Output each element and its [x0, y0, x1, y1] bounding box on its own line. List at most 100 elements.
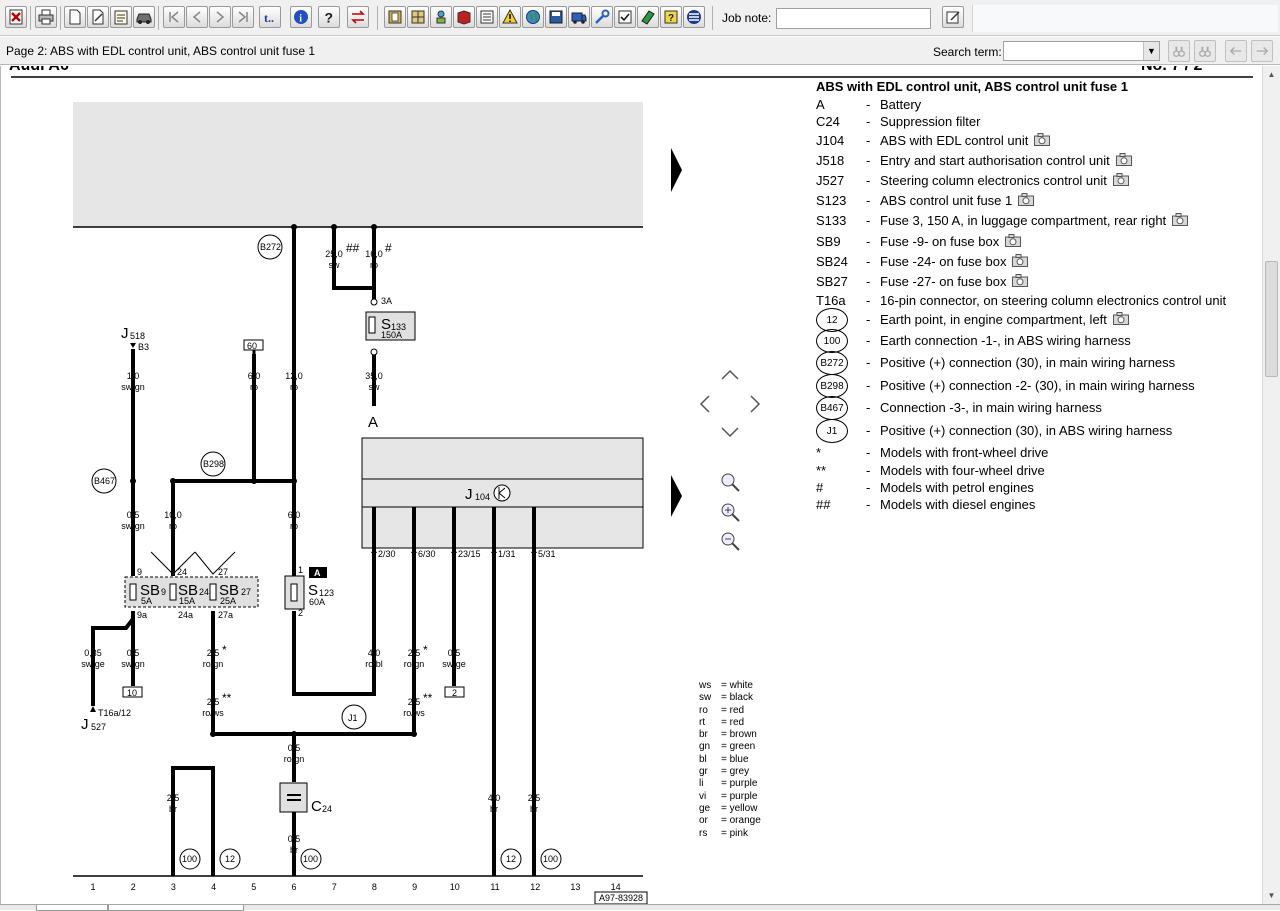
- jump-forward-icon[interactable]: [1251, 40, 1273, 62]
- globe-icon[interactable]: [522, 6, 544, 28]
- wire-colour: ro/ws: [403, 708, 425, 718]
- camera-icon[interactable]: [1018, 193, 1035, 206]
- pin-9: 9: [137, 567, 142, 577]
- connector-box-60: 60: [247, 341, 257, 351]
- van-icon[interactable]: [568, 6, 590, 28]
- zoom-out-icon[interactable]: [721, 532, 740, 551]
- print-icon[interactable]: [35, 6, 57, 28]
- colour-code-equals: =: [721, 827, 730, 839]
- legend-item-text: Connection -3-, in main wiring harness: [880, 400, 1102, 415]
- tree-icon[interactable]: [430, 6, 452, 28]
- job-note-edit-icon[interactable]: [942, 6, 964, 28]
- zoom-out-area-icon[interactable]: [721, 473, 740, 492]
- variant-marker: **: [423, 691, 433, 705]
- camera-icon[interactable]: [1115, 153, 1132, 166]
- svg-text:i: i: [299, 14, 302, 25]
- legend-item-code: J1: [816, 419, 848, 443]
- pan-right-icon[interactable]: [750, 395, 761, 413]
- camera-icon[interactable]: [1012, 274, 1029, 287]
- search-next-icon[interactable]: [1194, 40, 1216, 62]
- last-page-icon[interactable]: [232, 6, 254, 28]
- save-icon[interactable]: [545, 6, 567, 28]
- colour-name: white: [729, 680, 753, 691]
- colour-name: black: [729, 692, 753, 704]
- legend-item-description: Fuse -27- on fuse box: [880, 274, 1029, 289]
- legend-item-code: SB27: [816, 274, 848, 289]
- legend-item-text: Models with front-wheel drive: [880, 445, 1049, 460]
- wire-size: 6,0: [248, 371, 261, 381]
- legend-item-code: #: [816, 480, 824, 495]
- track-number: 4: [211, 882, 216, 892]
- pan-down-icon[interactable]: [721, 427, 739, 438]
- text-search-icon[interactable]: t..: [259, 6, 281, 28]
- new-document-icon[interactable]: [64, 6, 86, 28]
- search-binoculars-icon[interactable]: [1168, 40, 1190, 62]
- notes-icon[interactable]: [110, 6, 132, 28]
- chevron-down-icon[interactable]: ▼: [1143, 42, 1159, 60]
- question-book-icon[interactable]: ?: [660, 6, 682, 28]
- zoom-in-icon[interactable]: [721, 503, 740, 522]
- camera-icon[interactable]: [1172, 213, 1189, 226]
- camera-icon[interactable]: [1005, 234, 1022, 247]
- colour-code-equals: =: [721, 729, 730, 741]
- pan-controls[interactable]: [699, 369, 761, 438]
- variant-marker: #: [385, 241, 392, 255]
- camera-icon[interactable]: [1012, 254, 1029, 267]
- vertical-scrollbar[interactable]: ▲ ▼: [1262, 66, 1280, 904]
- manual-icon[interactable]: [453, 6, 475, 28]
- job-note-field[interactable]: [776, 8, 931, 29]
- s123-tag: A: [314, 568, 321, 578]
- vehicle-icon[interactable]: [133, 6, 155, 28]
- colour-code: ro: [699, 704, 708, 716]
- menu-lines-icon[interactable]: [683, 6, 705, 28]
- first-page-icon[interactable]: [163, 6, 185, 28]
- colour-code: gr: [699, 766, 708, 778]
- colour-name: grey: [729, 766, 750, 778]
- warning-icon[interactable]: [499, 6, 521, 28]
- camera-icon[interactable]: [1112, 173, 1129, 186]
- track-number: 1: [90, 882, 95, 892]
- edit-icon[interactable]: [87, 6, 109, 28]
- pan-up-icon[interactable]: [721, 369, 739, 380]
- camera-icon[interactable]: [1034, 133, 1051, 146]
- legend-dash: -: [866, 133, 871, 148]
- j104-pin-6-30: 6/30: [418, 549, 436, 559]
- colour-code-row: ws = white: [699, 680, 761, 692]
- wiring-diagram: Audi A6 No. 7 / 2: [9, 66, 1253, 904]
- scroll-down-icon[interactable]: ▼: [1263, 887, 1280, 904]
- scrollbar-thumb[interactable]: [1265, 261, 1278, 377]
- legend-item-text: Models with diesel engines: [880, 497, 1036, 512]
- pan-left-icon[interactable]: [699, 395, 710, 413]
- wire-size: 0,35: [84, 648, 102, 658]
- bottom-tab-1[interactable]: [36, 905, 108, 911]
- help-icon[interactable]: ?: [318, 6, 340, 28]
- legend-item-text: Earth point, in engine compartment, left: [880, 312, 1107, 327]
- swap-icon[interactable]: [347, 6, 369, 28]
- tools-icon[interactable]: [591, 6, 613, 28]
- legend-item-code: B272: [816, 351, 848, 375]
- info-icon[interactable]: i: [290, 6, 312, 28]
- next-page-icon[interactable]: [209, 6, 231, 28]
- document-icon[interactable]: [476, 6, 498, 28]
- wire-colour: br: [490, 804, 498, 814]
- wire-colour: ro/bl: [365, 659, 383, 669]
- camera-icon[interactable]: [1112, 312, 1129, 325]
- j104-pin-1-31: 1/31: [498, 549, 516, 559]
- checklist-icon[interactable]: [614, 6, 636, 28]
- exit-icon[interactable]: [5, 6, 27, 28]
- legend-item-code: C24: [816, 114, 840, 129]
- jump-back-icon[interactable]: [1225, 40, 1247, 62]
- grid-icon[interactable]: [407, 6, 429, 28]
- bottom-tab-2[interactable]: [108, 905, 244, 911]
- legend-item-code: SB9: [816, 234, 841, 249]
- wire-colour: ro: [290, 382, 298, 392]
- previous-page-icon[interactable]: [186, 6, 208, 28]
- scroll-up-icon[interactable]: ▲: [1263, 66, 1280, 83]
- connector-box-10: 10: [127, 688, 137, 698]
- search-term-dropdown[interactable]: ▼: [1003, 41, 1160, 61]
- wire-colour: br: [290, 845, 298, 855]
- green-book-icon[interactable]: [637, 6, 659, 28]
- book-icon[interactable]: [384, 6, 406, 28]
- svg-text:?: ?: [325, 10, 334, 26]
- colour-name: yellow: [729, 802, 758, 814]
